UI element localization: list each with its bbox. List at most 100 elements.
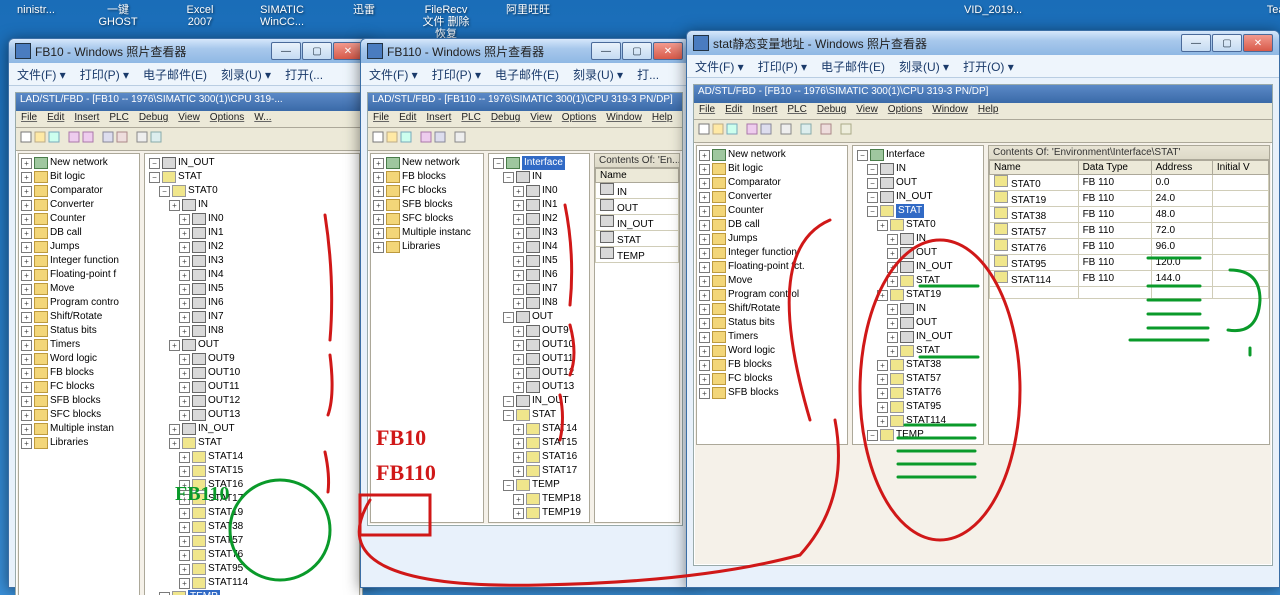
menu-item[interactable]: 打开(O) ▾ <box>963 58 1014 75</box>
tree-node[interactable]: +IN7 <box>147 310 357 324</box>
tree-node[interactable]: +OUT <box>147 338 357 352</box>
expand-icon[interactable]: + <box>699 360 710 371</box>
titlebar[interactable]: FB10 - Windows 照片查看器 — ▢ ✕ <box>9 39 369 63</box>
tree-node[interactable]: +OUT12 <box>491 366 587 380</box>
expand-icon[interactable]: − <box>867 178 878 189</box>
col-header[interactable]: Name <box>990 161 1079 175</box>
expand-icon[interactable]: − <box>867 430 878 441</box>
catalog-node[interactable]: +Jumps <box>21 240 137 254</box>
photo-viewer-menu[interactable]: 文件(F) ▾打印(P) ▾电子邮件(E)刻录(U) ▾打开(... <box>9 63 369 86</box>
table-row[interactable]: IN <box>596 183 679 199</box>
catalog-node[interactable]: +Word logic <box>699 344 845 358</box>
expand-icon[interactable]: + <box>21 312 32 323</box>
expand-icon[interactable]: + <box>21 158 32 169</box>
tree-node[interactable]: +TEMP18 <box>491 492 587 506</box>
menu-item[interactable]: 文件(F) ▾ <box>369 66 418 83</box>
expand-icon[interactable]: + <box>179 242 190 253</box>
interface-pane[interactable]: −Interface−IN−OUT−IN_OUT−STAT+STAT0+IN+O… <box>852 145 984 445</box>
expand-icon[interactable]: + <box>699 150 710 161</box>
expand-icon[interactable]: − <box>159 186 170 197</box>
tree-node[interactable]: +STAT95 <box>147 562 357 576</box>
table-row[interactable]: STAT57FB 11072.0 <box>990 223 1269 239</box>
expand-icon[interactable]: + <box>169 340 180 351</box>
expand-icon[interactable]: + <box>179 298 190 309</box>
tree-node[interactable]: −OUT <box>855 176 981 190</box>
editor-menu-item[interactable]: Help <box>652 112 673 126</box>
close-button[interactable]: ✕ <box>333 42 363 60</box>
catalog-node[interactable]: +New network <box>699 148 845 162</box>
expand-icon[interactable]: + <box>513 256 524 267</box>
catalog-node[interactable]: +SFB blocks <box>373 198 481 212</box>
expand-icon[interactable]: + <box>699 304 710 315</box>
expand-icon[interactable]: + <box>513 368 524 379</box>
titlebar[interactable]: FB110 - Windows 照片查看器 — ▢ ✕ <box>361 39 689 63</box>
expand-icon[interactable]: + <box>887 276 898 287</box>
editor-menu-item[interactable]: Insert <box>426 112 451 126</box>
editor-menu-item[interactable]: Debug <box>139 112 168 126</box>
expand-icon[interactable]: + <box>513 466 524 477</box>
tree-node[interactable]: +STAT114 <box>855 414 981 428</box>
table-row[interactable]: IN_OUT <box>596 215 679 231</box>
tree-node[interactable]: +OUT11 <box>147 380 357 394</box>
catalog-node[interactable]: +DB call <box>21 226 137 240</box>
tree-node[interactable]: +OUT10 <box>147 366 357 380</box>
tree-node[interactable]: +IN1 <box>147 226 357 240</box>
catalog-node[interactable]: +New network <box>21 156 137 170</box>
table-row[interactable]: OUT <box>596 199 679 215</box>
editor-menu-item[interactable]: Options <box>888 104 922 118</box>
tree-node[interactable]: −IN <box>855 162 981 176</box>
maximize-button[interactable]: ▢ <box>622 42 652 60</box>
col-header[interactable]: Data Type <box>1078 161 1151 175</box>
expand-icon[interactable]: − <box>867 206 878 217</box>
editor-menu-item[interactable]: PLC <box>787 104 806 118</box>
catalog-node[interactable]: +Floating-point fct. <box>699 260 845 274</box>
expand-icon[interactable]: + <box>179 396 190 407</box>
menu-item[interactable]: 打印(P) ▾ <box>758 58 807 75</box>
expand-icon[interactable]: + <box>699 248 710 259</box>
editor-menu-item[interactable]: File <box>699 104 715 118</box>
expand-icon[interactable]: − <box>503 172 514 183</box>
catalog-node[interactable]: +DB call <box>699 218 845 232</box>
expand-icon[interactable]: + <box>877 416 888 427</box>
expand-icon[interactable]: + <box>513 270 524 281</box>
col-name[interactable]: Name <box>596 169 679 183</box>
menu-item[interactable]: 电子邮件(E) <box>495 66 559 83</box>
expand-icon[interactable]: + <box>179 508 190 519</box>
tree-node[interactable]: −OUT <box>491 310 587 324</box>
expand-icon[interactable]: + <box>373 214 384 225</box>
editor-menu-item[interactable]: PLC <box>109 112 128 126</box>
expand-icon[interactable]: + <box>877 374 888 385</box>
expand-icon[interactable]: + <box>887 234 898 245</box>
tree-node[interactable]: +STAT38 <box>855 358 981 372</box>
interface-pane[interactable]: −IN_OUT−STAT−STAT0+IN+IN0+IN1+IN2+IN3+IN… <box>144 153 360 595</box>
stat-table[interactable]: NameData TypeAddressInitial VSTAT0FB 110… <box>989 160 1269 299</box>
window-stat-addr[interactable]: stat静态变量地址 - Windows 照片查看器 — ▢ ✕ 文件(F) ▾… <box>686 30 1280 588</box>
expand-icon[interactable]: + <box>21 340 32 351</box>
tree-node[interactable]: +TEMP19 <box>491 506 587 520</box>
catalog-node[interactable]: +Move <box>21 282 137 296</box>
tree-node[interactable]: +IN4 <box>147 268 357 282</box>
expand-icon[interactable]: + <box>699 220 710 231</box>
tree-node[interactable]: +IN0 <box>147 212 357 226</box>
catalog-node[interactable]: +Move <box>699 274 845 288</box>
tree-node[interactable]: +STAT57 <box>855 372 981 386</box>
catalog-node[interactable]: +Status bits <box>699 316 845 330</box>
tree-node[interactable]: +IN0 <box>491 184 587 198</box>
tree-node[interactable]: +STAT15 <box>491 436 587 450</box>
editor-menu-item[interactable]: Edit <box>725 104 742 118</box>
menu-item[interactable]: 电子邮件(E) <box>821 58 885 75</box>
editor-toolbar[interactable] <box>694 120 1272 143</box>
menu-item[interactable]: 电子邮件(E) <box>143 66 207 83</box>
expand-icon[interactable]: + <box>513 354 524 365</box>
menu-item[interactable]: 刻录(U) ▾ <box>221 66 271 83</box>
col-header[interactable]: Address <box>1151 161 1212 175</box>
editor-menu-item[interactable]: View <box>856 104 878 118</box>
expand-icon[interactable]: + <box>699 276 710 287</box>
catalog-node[interactable]: +FB blocks <box>699 358 845 372</box>
expand-icon[interactable]: + <box>513 382 524 393</box>
expand-icon[interactable]: + <box>169 200 180 211</box>
expand-icon[interactable]: + <box>513 494 524 505</box>
expand-icon[interactable]: + <box>21 424 32 435</box>
tree-node[interactable]: −Interface <box>855 148 981 162</box>
expand-icon[interactable]: + <box>179 466 190 477</box>
